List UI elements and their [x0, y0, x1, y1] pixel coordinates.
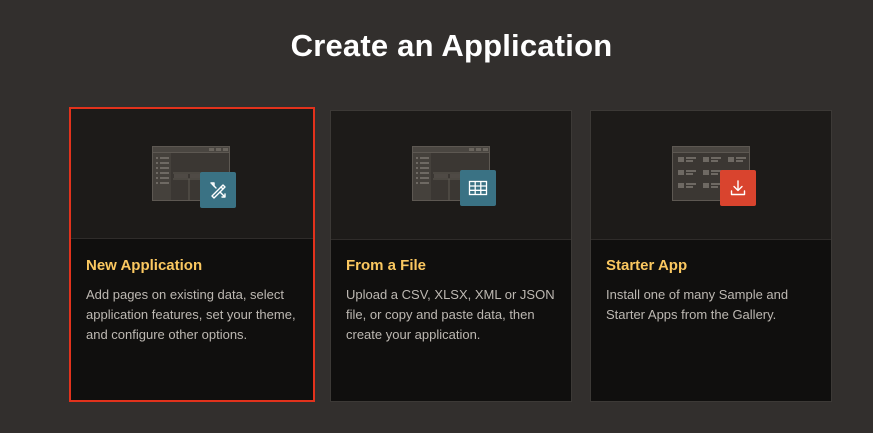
card-illustration-area: [71, 109, 313, 239]
new-application-card[interactable]: New Application Add pages on existing da…: [69, 107, 315, 402]
card-illustration-area: [331, 111, 571, 240]
table-grid-icon: [460, 170, 496, 206]
from-a-file-card[interactable]: From a File Upload a CSV, XLSX, XML or J…: [330, 110, 572, 402]
wizard-pencil-ruler-icon: [200, 172, 236, 208]
card-description: Upload a CSV, XLSX, XML or JSON file, or…: [346, 287, 555, 342]
card-title: From a File: [346, 257, 427, 274]
card-title: New Application: [86, 257, 203, 274]
download-icon: [720, 170, 756, 206]
page-title: Create an Application: [290, 28, 613, 63]
card-title: Starter App: [606, 257, 688, 274]
card-description: Install one of many Sample and Starter A…: [606, 287, 789, 322]
starter-app-card[interactable]: Starter App Install one of many Sample a…: [590, 110, 832, 402]
card-illustration-area: [591, 111, 831, 240]
card-description: Add pages on existing data, select appli…: [86, 287, 296, 342]
